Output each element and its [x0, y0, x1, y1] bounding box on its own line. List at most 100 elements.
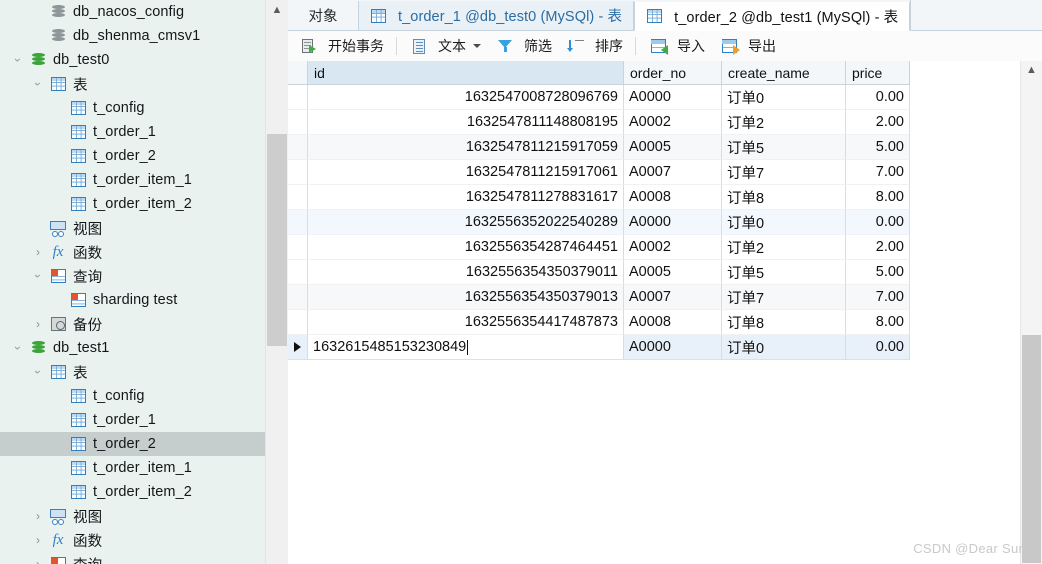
- column-header-id[interactable]: id: [308, 61, 624, 85]
- cell-price[interactable]: 0.00: [846, 210, 910, 235]
- cell-id[interactable]: 1632547811215917059: [308, 135, 624, 160]
- cell-price[interactable]: 5.00: [846, 135, 910, 160]
- cell-order_no[interactable]: A0008: [624, 310, 722, 335]
- tree-twisty[interactable]: ›: [28, 510, 48, 522]
- cell-id[interactable]: 1632556352022540289: [308, 210, 624, 235]
- tree-twisty[interactable]: ›: [28, 318, 48, 330]
- tree-item-t_order_item_2[interactable]: t_order_item_2: [0, 192, 268, 216]
- tree-twisty[interactable]: ›: [28, 246, 48, 258]
- tree-item-表[interactable]: › 表: [0, 72, 268, 96]
- chevron-right-icon[interactable]: ›: [36, 558, 40, 564]
- tree-item-视图[interactable]: › 视图: [0, 504, 268, 528]
- row-gutter[interactable]: [288, 210, 308, 235]
- cell-order_no[interactable]: A0000: [624, 85, 722, 110]
- chevron-down-icon[interactable]: ›: [11, 346, 25, 350]
- cell-create_name[interactable]: 订单2: [722, 235, 846, 260]
- column-header-create_name[interactable]: create_name: [722, 61, 846, 85]
- tree-item-db_nacos_config[interactable]: db_nacos_config: [0, 0, 268, 24]
- row-gutter[interactable]: [288, 310, 308, 335]
- filter-button[interactable]: 筛选: [488, 33, 559, 59]
- cell-id[interactable]: 1632556354287464451: [308, 235, 624, 260]
- table-row[interactable]: 1632547811215917061 A0007 订单7 7.00: [288, 160, 1010, 185]
- cell-create_name[interactable]: 订单5: [722, 260, 846, 285]
- cell-price[interactable]: 2.00: [846, 235, 910, 260]
- cell-order_no[interactable]: A0002: [624, 235, 722, 260]
- row-gutter[interactable]: [288, 185, 308, 210]
- cell-create_name[interactable]: 订单7: [722, 160, 846, 185]
- tree-item-函数[interactable]: › fx 函数: [0, 528, 268, 552]
- cell-create_name[interactable]: 订单8: [722, 185, 846, 210]
- tree-twisty[interactable]: ›: [8, 54, 28, 66]
- table-row[interactable]: 1632547811148808195 A0002 订单2 2.00: [288, 110, 1010, 135]
- import-button[interactable]: 导入: [641, 33, 712, 59]
- cell-order_no[interactable]: A0005: [624, 135, 722, 160]
- tree-item-t_order_1[interactable]: t_order_1: [0, 120, 268, 144]
- cell-price[interactable]: 7.00: [846, 285, 910, 310]
- chevron-down-icon[interactable]: ›: [11, 58, 25, 62]
- export-button[interactable]: 导出: [712, 33, 783, 59]
- table-row[interactable]: 1632547811215917059 A0005 订单5 5.00: [288, 135, 1010, 160]
- tree-item-查询[interactable]: › 查询: [0, 264, 268, 288]
- table-row[interactable]: 1632547008728096769 A0000 订单0 0.00: [288, 85, 1010, 110]
- cell-price[interactable]: 2.00: [846, 110, 910, 135]
- cell-id[interactable]: 1632556354350379011: [308, 260, 624, 285]
- chevron-right-icon[interactable]: ›: [36, 510, 40, 522]
- cell-create_name[interactable]: 订单8: [722, 310, 846, 335]
- cell-create_name[interactable]: 订单5: [722, 135, 846, 160]
- tree-item-t_config[interactable]: t_config: [0, 96, 268, 120]
- row-gutter[interactable]: [288, 110, 308, 135]
- tree-item-db_test0[interactable]: › db_test0: [0, 48, 268, 72]
- tree-twisty[interactable]: ›: [8, 342, 28, 354]
- tree-twisty[interactable]: ›: [28, 558, 48, 564]
- cell-order_no[interactable]: A0007: [624, 285, 722, 310]
- cell-create_name[interactable]: 订单0: [722, 210, 846, 235]
- scroll-up-icon[interactable]: ▲: [1021, 61, 1042, 79]
- tree-item-t_config[interactable]: t_config: [0, 384, 268, 408]
- tree-item-t_order_item_1[interactable]: t_order_item_1: [0, 168, 268, 192]
- chevron-down-icon[interactable]: ›: [31, 274, 45, 278]
- tree-item-t_order_item_1[interactable]: t_order_item_1: [0, 456, 268, 480]
- row-gutter[interactable]: [288, 160, 308, 185]
- tab-t-order-2[interactable]: t_order_2 @db_test1 (MySQl) - 表: [634, 2, 911, 31]
- begin-transaction-button[interactable]: 开始事务: [292, 33, 391, 59]
- tree-item-函数[interactable]: › fx 函数: [0, 240, 268, 264]
- sidebar-scrollbar-thumb[interactable]: [267, 134, 287, 346]
- tree-item-t_order_2[interactable]: t_order_2: [0, 144, 268, 168]
- row-gutter[interactable]: [288, 135, 308, 160]
- chevron-down-icon[interactable]: ›: [31, 82, 45, 86]
- cell-order_no[interactable]: A0000: [624, 210, 722, 235]
- cell-price[interactable]: 8.00: [846, 185, 910, 210]
- text-button[interactable]: 文本: [402, 33, 488, 59]
- table-row[interactable]: 1632615485153230849 A0000 订单0 0.00: [288, 335, 1010, 360]
- cell-create_name[interactable]: 订单0: [722, 85, 846, 110]
- cell-id[interactable]: 1632547811148808195: [308, 110, 624, 135]
- sort-button[interactable]: 排序: [559, 33, 630, 59]
- row-gutter[interactable]: [288, 285, 308, 310]
- tree-item-备份[interactable]: › 备份: [0, 312, 268, 336]
- chevron-right-icon[interactable]: ›: [36, 246, 40, 258]
- cell-order_no[interactable]: A0005: [624, 260, 722, 285]
- cell-price[interactable]: 5.00: [846, 260, 910, 285]
- chevron-right-icon[interactable]: ›: [36, 318, 40, 330]
- table-row[interactable]: 1632556352022540289 A0000 订单0 0.00: [288, 210, 1010, 235]
- cell-id[interactable]: 1632547811278831617: [308, 185, 624, 210]
- cell-price[interactable]: 8.00: [846, 310, 910, 335]
- cell-id[interactable]: 1632615485153230849: [308, 335, 624, 360]
- tree-twisty[interactable]: ›: [28, 270, 48, 282]
- tree-item-t_order_1[interactable]: t_order_1: [0, 408, 268, 432]
- cell-id[interactable]: 1632547811215917061: [308, 160, 624, 185]
- tree-item-t_order_item_2[interactable]: t_order_item_2: [0, 480, 268, 504]
- cell-price[interactable]: 7.00: [846, 160, 910, 185]
- cell-create_name[interactable]: 订单2: [722, 110, 846, 135]
- tab-objects[interactable]: 对象: [288, 0, 358, 30]
- tab-t-order-1[interactable]: t_order_1 @db_test0 (MySQl) - 表: [358, 1, 635, 30]
- cell-order_no[interactable]: A0000: [624, 335, 722, 360]
- cell-order_no[interactable]: A0008: [624, 185, 722, 210]
- sidebar-scrollbar[interactable]: ▲: [265, 0, 288, 564]
- cell-price[interactable]: 0.00: [846, 335, 910, 360]
- tree-item-查询[interactable]: › 查询: [0, 552, 268, 564]
- tree-twisty[interactable]: ›: [28, 534, 48, 546]
- cell-order_no[interactable]: A0002: [624, 110, 722, 135]
- column-header-order_no[interactable]: order_no: [624, 61, 722, 85]
- grid-scrollbar-thumb[interactable]: [1022, 335, 1041, 563]
